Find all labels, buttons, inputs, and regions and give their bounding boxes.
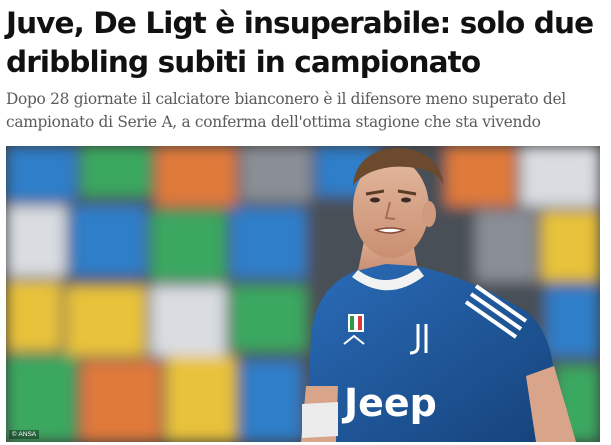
copyright-icon: © bbox=[12, 431, 17, 438]
player-photo-illustration: Jeep bbox=[6, 146, 600, 442]
headline-line-1: Juve, De Ligt è insuperabile: solo due bbox=[6, 6, 594, 40]
headline-line-2: dribbling subiti in campionato bbox=[6, 45, 481, 79]
subtitle-line-1: Dopo 28 giornate il calciatore bianconer… bbox=[6, 90, 566, 108]
photo-credit-label: ANSA bbox=[18, 431, 37, 438]
jersey-sponsor-text: Jeep bbox=[341, 381, 437, 425]
article-photo[interactable]: Jeep © ANSA bbox=[6, 146, 600, 442]
article-headline: Juve, De Ligt è insuperabile: solo due d… bbox=[6, 4, 606, 82]
subtitle-line-2: campionato di Serie A, a conferma dell'o… bbox=[6, 113, 541, 131]
photo-credit: © ANSA bbox=[9, 430, 40, 439]
article-subtitle: Dopo 28 giornate il calciatore bianconer… bbox=[6, 88, 606, 134]
